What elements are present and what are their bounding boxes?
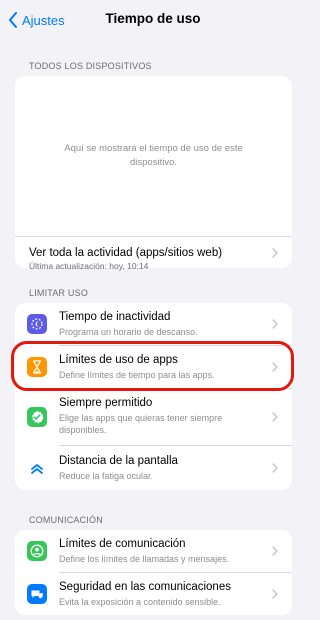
chevron-right-icon	[272, 412, 278, 422]
section-header-all-devices: TODOS LOS DISPOSITIVOS	[29, 61, 152, 71]
chevron-right-icon	[272, 362, 278, 372]
downtime-subtitle: Programa un horario de descanso.	[59, 327, 198, 337]
chevron-right-icon	[272, 319, 278, 329]
communication-safety-row[interactable]: Seguridad en las comunicaciones Evita la…	[15, 573, 292, 615]
communication-limits-title: Límites de comunicación	[59, 538, 186, 550]
navigation-bar: Ajustes Tiempo de uso	[0, 0, 306, 40]
chevron-right-icon	[272, 546, 278, 556]
communication-safety-subtitle: Evita la exposición a contenido sensible…	[59, 597, 221, 607]
app-limits-title: Límites de uso de apps	[59, 354, 178, 366]
chevron-right-icon	[272, 247, 278, 258]
see-all-activity-label: Ver toda la actividad (apps/sitios web)	[29, 246, 223, 259]
usage-card: Aquí se mostrará el tiempo de uso de est…	[15, 76, 292, 268]
communication-safety-title: Seguridad en las comunicaciones	[59, 581, 231, 593]
always-allowed-title: Siempre permitido	[59, 397, 153, 409]
always-allowed-subtitle: Elige las apps que quieras tener siempre…	[59, 413, 223, 436]
chevron-right-icon	[272, 463, 278, 473]
always-allowed-row[interactable]: Siempre permitido Elige las apps que qui…	[15, 389, 292, 445]
checkmark-seal-icon	[27, 407, 47, 427]
downtime-title: Tiempo de inactividad	[59, 311, 171, 323]
usage-placeholder-text: Aquí se mostrará el tiempo de uso de est…	[64, 143, 243, 168]
downtime-moon-icon	[27, 314, 47, 334]
section-header-communication: COMUNICACIÓN	[29, 515, 103, 525]
chevron-right-icon	[272, 589, 278, 599]
communication-limits-row[interactable]: Límites de comunicación Define los límit…	[15, 530, 292, 572]
communication-card: Límites de comunicación Define los límit…	[15, 530, 292, 615]
section-header-limit: LIMITAR USO	[29, 288, 89, 298]
communication-limits-subtitle: Define los límites de llamadas y mensaje…	[59, 554, 230, 564]
page-title: Tiempo de uso	[105, 11, 201, 26]
screen-distance-row[interactable]: Distancia de la pantalla Reduce la fatig…	[15, 446, 292, 490]
app-limits-row[interactable]: Límites de uso de apps Define límites de…	[15, 346, 292, 388]
chevrons-up-icon	[27, 458, 47, 478]
screen-distance-subtitle: Reduce la fatiga ocular.	[59, 471, 154, 481]
hourglass-icon	[27, 357, 47, 377]
app-limits-subtitle: Define límites de tiempo para las apps.	[59, 370, 215, 380]
message-shield-icon	[27, 584, 47, 604]
downtime-row[interactable]: Tiempo de inactividad Programa un horari…	[15, 303, 292, 345]
last-update-text: Última actualización: hoy, 10:14	[29, 261, 149, 271]
limit-usage-card: Tiempo de inactividad Programa un horari…	[15, 303, 292, 490]
person-circle-icon	[27, 541, 47, 561]
screen-distance-title: Distancia de la pantalla	[59, 455, 178, 467]
